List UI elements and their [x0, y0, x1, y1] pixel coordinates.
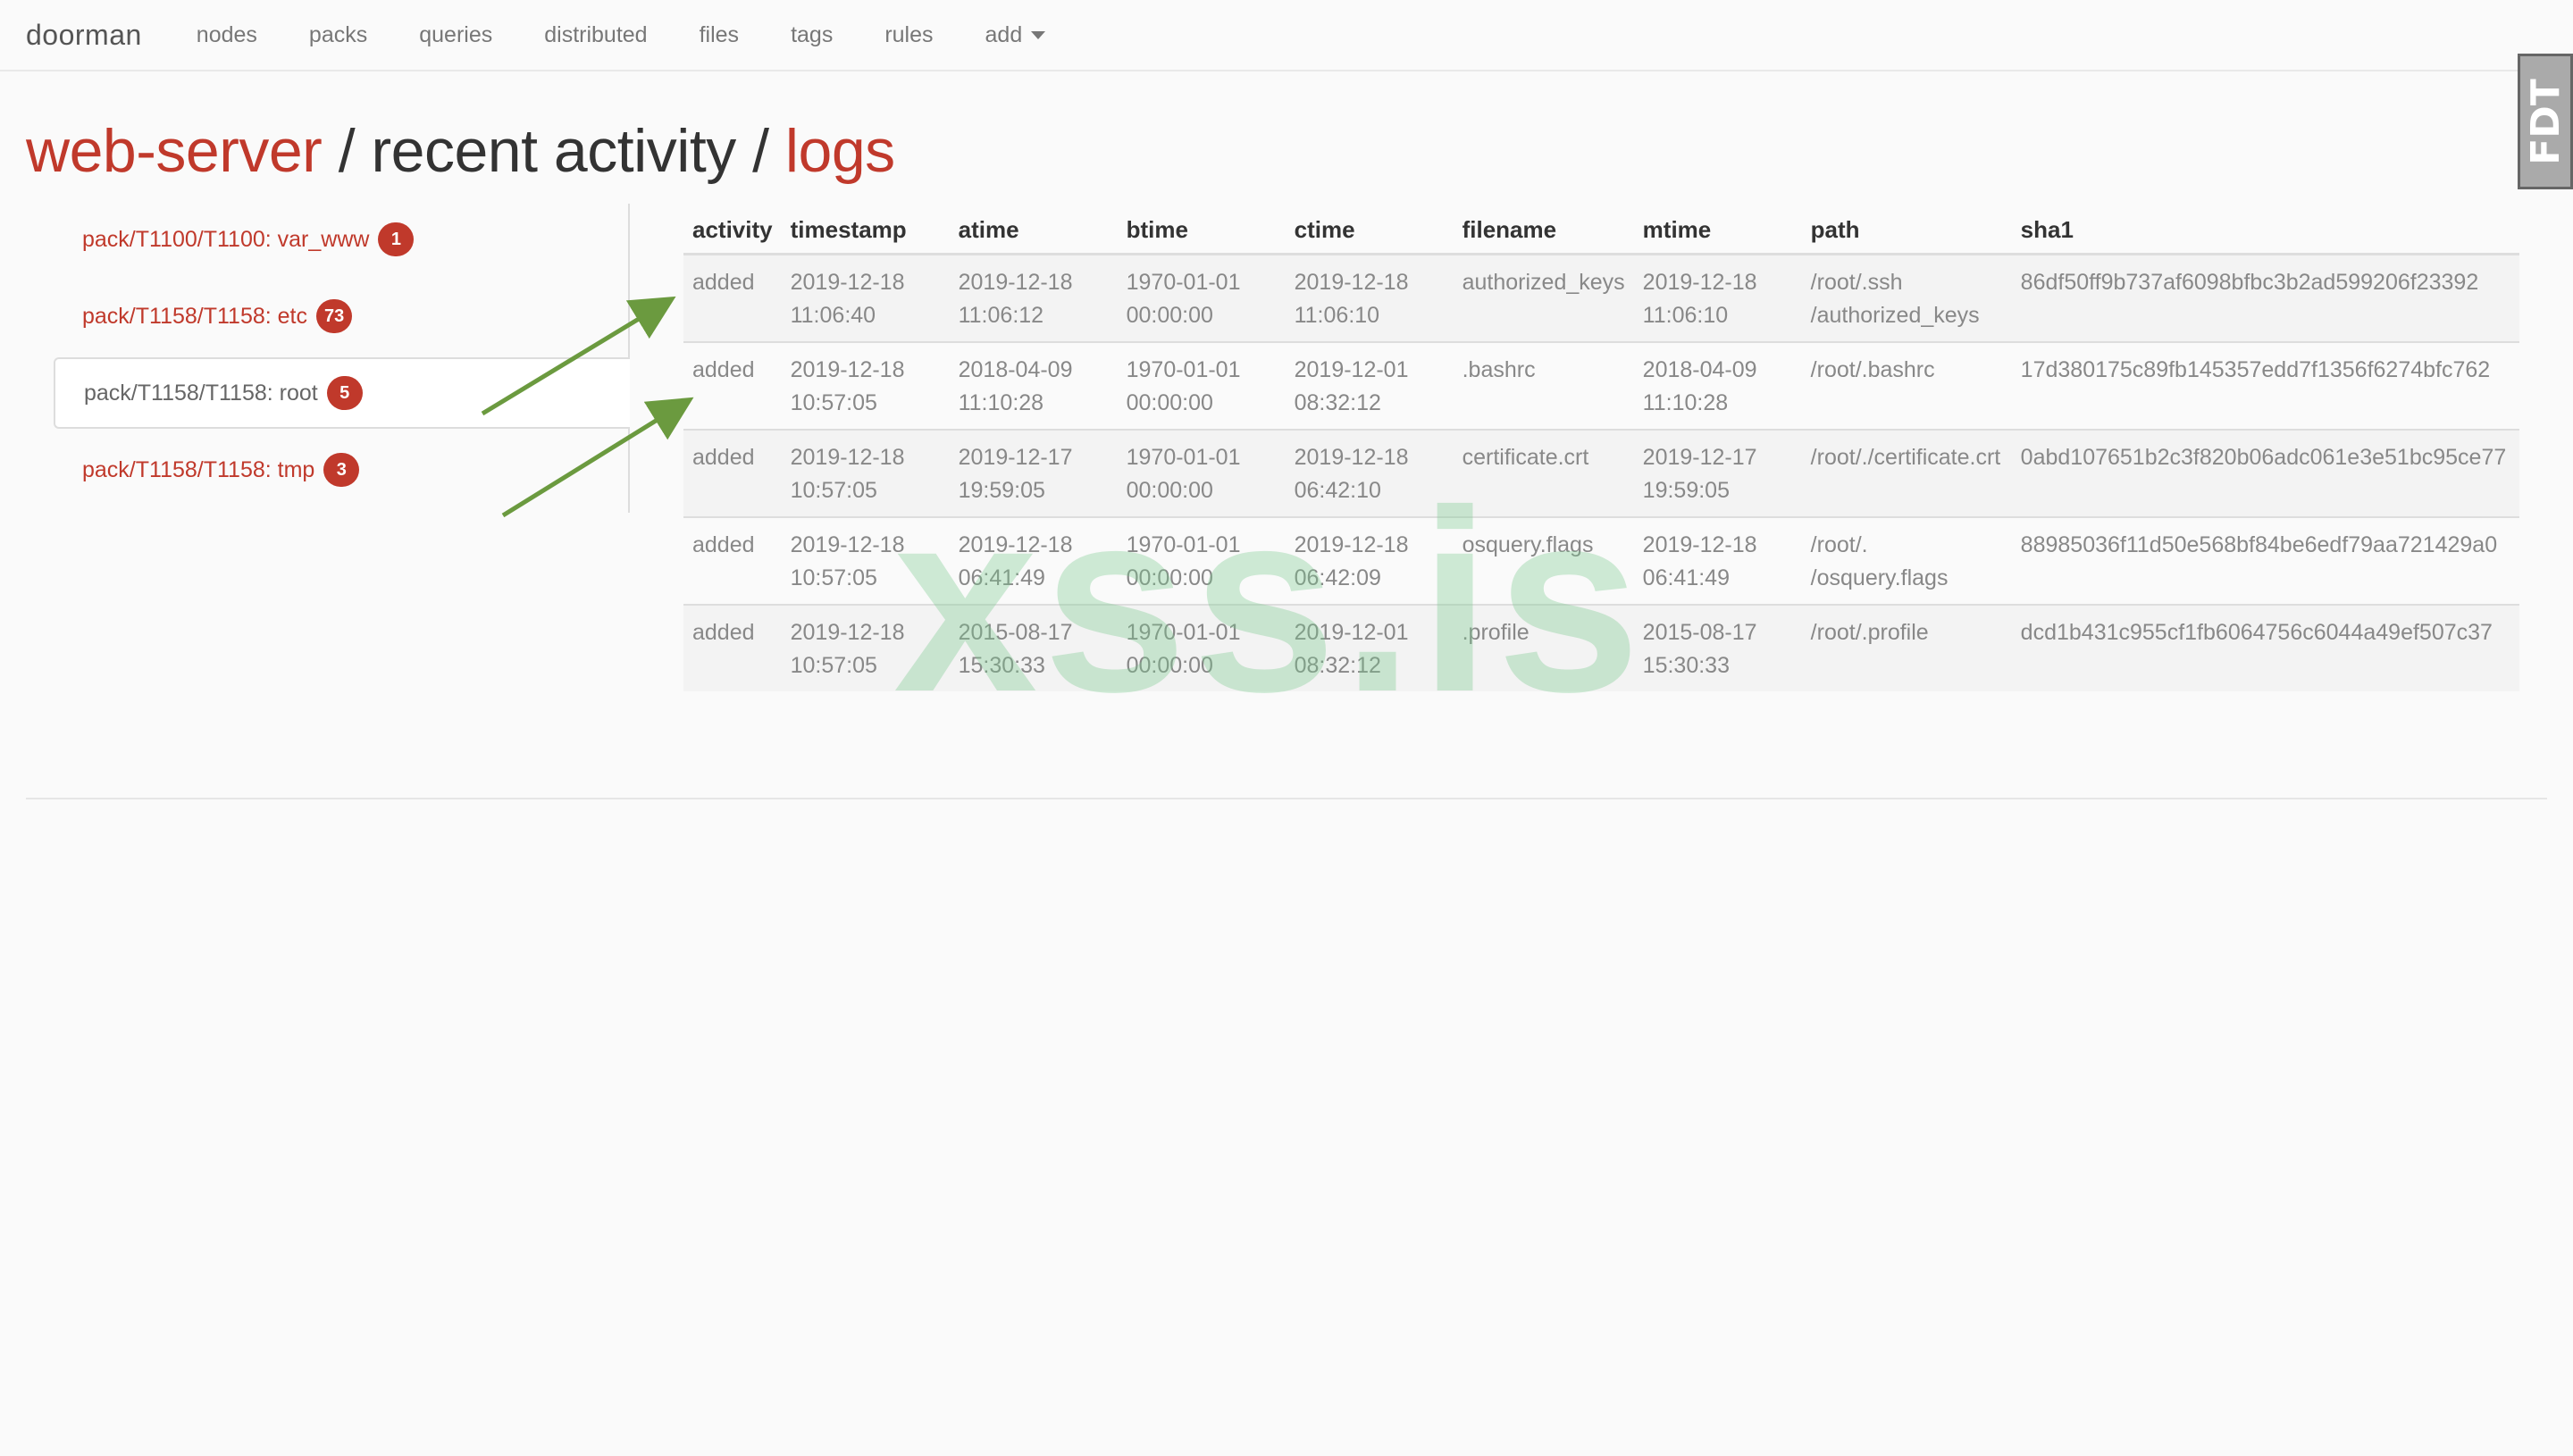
cell-path: /root/.bashrc: [1801, 340, 2012, 430]
column-header-timestamp[interactable]: timestamp: [781, 207, 950, 255]
nav-add-label: add: [985, 21, 1023, 47]
sidebar-item-label: pack/T1158/T1158: etc: [82, 303, 308, 329]
cell-atime: 2019-12-18 11:06:12: [949, 254, 1118, 342]
column-header-filename[interactable]: filename: [1453, 207, 1634, 255]
cell-timestamp: 2019-12-18 10:57:05: [781, 428, 950, 517]
cell-timestamp: 2019-12-18 10:57:05: [781, 603, 950, 691]
cell-path: /root/.profile: [1801, 603, 2012, 691]
cell-atime: 2018-04-09 11:10:28: [949, 340, 1118, 430]
sidebar-item-etc[interactable]: pack/T1158/T1158: etc 73: [54, 280, 630, 352]
page-title-breadcrumb: web-server / recent activity / logs: [26, 116, 895, 186]
corner-badge[interactable]: FDT: [2518, 54, 2573, 189]
cell-atime: 2019-12-17 19:59:05: [949, 428, 1118, 517]
cell-filename: authorized_keys: [1453, 254, 1634, 342]
count-badge: 3: [323, 453, 360, 487]
cell-activity: added: [683, 603, 782, 691]
table-row: added 2019-12-18 10:57:05 2019-12-18 06:41:4…: [683, 515, 2519, 605]
cell-ctime: 2019-12-01 08:32:12: [1285, 340, 1454, 430]
brand-logo[interactable]: doorman: [26, 19, 142, 52]
cell-timestamp: 2019-12-18 11:06:40: [781, 254, 950, 342]
cell-mtime: 2019-12-17 19:59:05: [1633, 428, 1802, 517]
cell-sha1: dcd1b431c955cf1fb6064756c6044a49ef507c37: [2011, 603, 2519, 691]
column-header-ctime[interactable]: ctime: [1285, 207, 1454, 255]
table-row: added 2019-12-18 10:57:05 2019-12-17 19:59:0…: [683, 428, 2519, 517]
cell-mtime: 2015-08-17 15:30:33: [1633, 603, 1802, 691]
sidebar-item-root[interactable]: pack/T1158/T1158: root 5: [54, 357, 630, 429]
column-header-activity[interactable]: activity: [683, 207, 782, 255]
cell-filename: osquery.flags: [1453, 515, 1634, 605]
sidebar-item-label: pack/T1158/T1158: tmp: [82, 456, 315, 482]
sidebar-item-label: pack/T1158/T1158: root: [84, 380, 318, 406]
cell-path: /root/./certificate.crt: [1801, 428, 2012, 517]
count-badge: 73: [316, 299, 353, 333]
cell-filename: certificate.crt: [1453, 428, 1634, 517]
table-header-row: activity timestamp atime btime ctime filename…: [683, 207, 2519, 255]
sidebar-item-var-www[interactable]: pack/T1100/T1100: var_www 1: [54, 204, 630, 275]
column-header-btime[interactable]: btime: [1117, 207, 1286, 255]
cell-mtime: 2019-12-18 06:41:49: [1633, 515, 1802, 605]
breadcrumb-current[interactable]: logs: [785, 117, 895, 185]
cell-activity: added: [683, 515, 782, 605]
nav-add-dropdown[interactable]: add: [985, 22, 1046, 48]
table-row: added 2019-12-18 10:57:05 2018-04-09 11:10:2…: [683, 340, 2519, 430]
cell-ctime: 2019-12-18 11:06:10: [1285, 254, 1454, 342]
cell-sha1: 86df50ff9b737af6098bfbc3b2ad599206f23392: [2011, 254, 2519, 342]
table-body: added 2019-12-18 11:06:40 2019-12-18 11:06:1…: [683, 254, 2519, 691]
cell-btime: 1970-01-01 00:00:00: [1117, 515, 1286, 605]
table-row: added 2019-12-18 11:06:40 2019-12-18 11:06:1…: [683, 254, 2519, 342]
cell-ctime: 2019-12-18 06:42:10: [1285, 428, 1454, 517]
nav-queries[interactable]: queries: [419, 22, 492, 48]
cell-activity: added: [683, 428, 782, 517]
column-header-mtime[interactable]: mtime: [1633, 207, 1802, 255]
cell-atime: 2015-08-17 15:30:33: [949, 603, 1118, 691]
caret-down-icon: [1031, 30, 1046, 39]
cell-ctime: 2019-12-01 08:32:12: [1285, 603, 1454, 691]
cell-btime: 1970-01-01 00:00:00: [1117, 254, 1286, 342]
cell-path: /root/.ssh/authorized_keys: [1801, 254, 2012, 342]
nav-rules[interactable]: rules: [884, 22, 933, 48]
cell-sha1: 88985036f11d50e568bf84be6edf79aa721429a0: [2011, 515, 2519, 605]
navbar: doorman nodes packs queries distributed …: [0, 0, 2573, 71]
cell-mtime: 2019-12-18 11:06:10: [1633, 254, 1802, 342]
corner-badge-label: FDT: [2522, 78, 2569, 165]
count-badge: 5: [326, 376, 363, 410]
sidebar-item-tmp[interactable]: pack/T1158/T1158: tmp 3: [54, 434, 630, 506]
breadcrumb-host-link[interactable]: web-server: [26, 117, 323, 185]
breadcrumb-separator: /: [322, 117, 372, 185]
column-header-sha1[interactable]: sha1: [2011, 207, 2519, 255]
cell-filename: .profile: [1453, 603, 1634, 691]
nav-distributed[interactable]: distributed: [544, 22, 647, 48]
nav-packs[interactable]: packs: [309, 22, 367, 48]
cell-sha1: 0abd107651b2c3f820b06adc061e3e51bc95ce77: [2011, 428, 2519, 517]
column-header-atime[interactable]: atime: [949, 207, 1118, 255]
breadcrumb-section: recent activity: [371, 117, 737, 185]
cell-ctime: 2019-12-18 06:42:09: [1285, 515, 1454, 605]
breadcrumb-separator: /: [735, 117, 785, 185]
pack-sidebar: pack/T1100/T1100: var_www 1 pack/T1158/T…: [54, 204, 630, 513]
cell-mtime: 2018-04-09 11:10:28: [1633, 340, 1802, 430]
cell-activity: added: [683, 340, 782, 430]
count-badge: 1: [378, 222, 415, 256]
sidebar-item-label: pack/T1100/T1100: var_www: [82, 226, 370, 252]
cell-atime: 2019-12-18 06:41:49: [949, 515, 1118, 605]
table-row: added 2019-12-18 10:57:05 2015-08-17 15:30:3…: [683, 603, 2519, 691]
cell-path: /root/./osquery.flags: [1801, 515, 2012, 605]
cell-timestamp: 2019-12-18 10:57:05: [781, 515, 950, 605]
logs-table: activity timestamp atime btime ctime filename…: [683, 207, 2519, 691]
cell-btime: 1970-01-01 00:00:00: [1117, 340, 1286, 430]
cell-sha1: 17d380175c89fb145357edd7f1356f6274bfc762: [2011, 340, 2519, 430]
cell-btime: 1970-01-01 00:00:00: [1117, 428, 1286, 517]
column-header-path[interactable]: path: [1801, 207, 2012, 255]
footer-divider: [26, 798, 2547, 799]
nav-files[interactable]: files: [700, 22, 739, 48]
cell-filename: .bashrc: [1453, 340, 1634, 430]
cell-btime: 1970-01-01 00:00:00: [1117, 603, 1286, 691]
cell-timestamp: 2019-12-18 10:57:05: [781, 340, 950, 430]
nav-nodes[interactable]: nodes: [197, 22, 257, 48]
cell-activity: added: [683, 254, 782, 342]
nav-tags[interactable]: tags: [791, 22, 833, 48]
